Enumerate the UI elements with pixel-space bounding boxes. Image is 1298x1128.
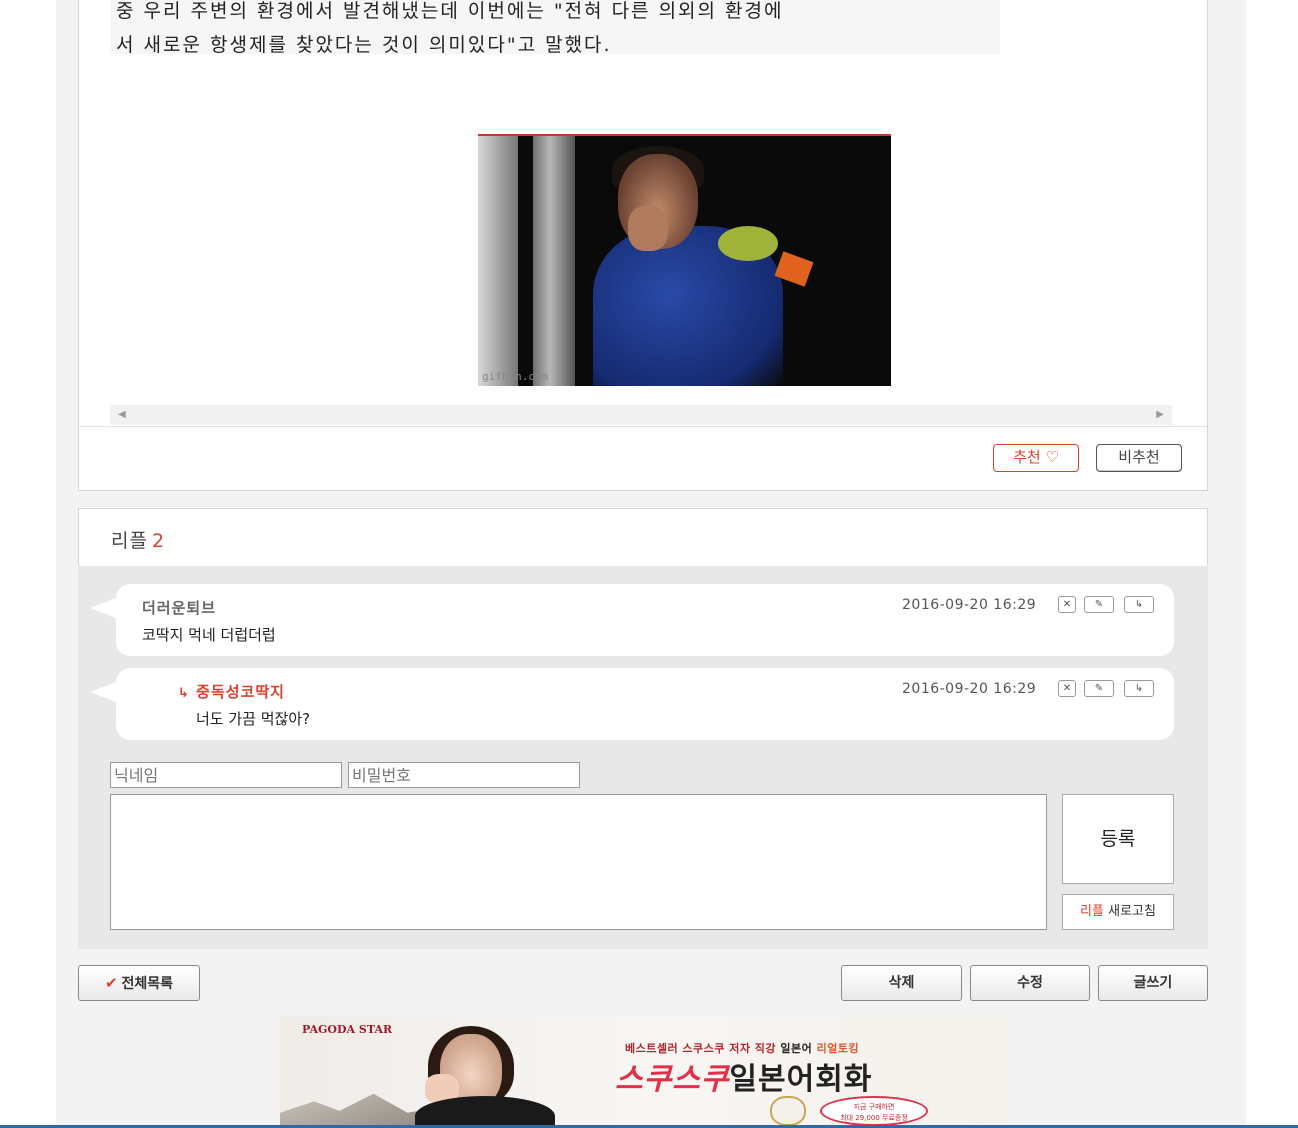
edit-button[interactable]: 수정 <box>970 965 1090 1001</box>
comment-date: 2016-09-20 16:29 <box>902 597 1037 613</box>
reply-arrow-icon: ↳ <box>178 686 190 701</box>
submit-button[interactable]: 등록 <box>1062 794 1174 884</box>
list-all-label: 전체목록 <box>121 976 174 992</box>
comment-text: 너도 가끔 먹잖아? <box>196 710 311 728</box>
refresh-replies-button[interactable]: 리플 새로고침 <box>1062 894 1174 930</box>
delete-icon[interactable]: ✕ <box>1058 596 1076 613</box>
reply-title: 리플 2 <box>111 526 165 553</box>
comment-date: 2016-09-20 16:29 <box>902 681 1037 697</box>
comment-item: 더러운퇴브 코딱지 먹네 더럽더럽 2016-09-20 16:29 ✕ ✎ ↳ <box>90 584 1174 656</box>
reply-header: 리플 2 <box>78 508 1208 566</box>
edit-icon[interactable]: ✎ <box>1084 596 1114 613</box>
article-divider <box>79 426 1207 427</box>
reply-icon[interactable]: ↳ <box>1124 596 1154 613</box>
comment-text: 코딱지 먹네 더럽더럽 <box>142 626 276 644</box>
delete-icon[interactable]: ✕ <box>1058 680 1076 697</box>
ad-promo-badge: 지금 구매하면 최대 29,000 무료증정 <box>820 1096 928 1126</box>
check-icon: ✔ <box>104 974 118 992</box>
refresh-prefix: 리플 <box>1080 904 1104 919</box>
nickname-input[interactable] <box>110 762 342 788</box>
ad-banner[interactable]: PAGODA STAR 베스트셀러 스쿠스쿠 저자 직강 일본어 리얼토킹 스쿠… <box>280 1016 1008 1128</box>
not-recommend-button[interactable]: 비추천 <box>1096 444 1182 472</box>
article-quote-block: 중 우리 주변의 환경에서 발견해냈는데 이번에는 "전혀 다른 의외의 환경에… <box>110 0 1000 56</box>
scroll-left-arrow-icon[interactable]: ◀ <box>118 409 126 420</box>
article-quote-line: 서 새로운 항생제를 찾았다는 것이 의미있다"고 말했다. <box>116 34 612 56</box>
edit-icon[interactable]: ✎ <box>1084 680 1114 697</box>
comment-nick-label: 중독성코딱지 <box>196 683 285 701</box>
reply-icon[interactable]: ↳ <box>1124 680 1154 697</box>
gif-watermark: gifbin.com <box>482 370 549 383</box>
password-input[interactable] <box>348 762 580 788</box>
recommend-button[interactable]: 추천 ♡ <box>993 444 1079 472</box>
ad-brand-logo: PAGODA STAR <box>302 1023 393 1036</box>
list-all-button[interactable]: ✔ 전체목록 <box>78 965 200 1001</box>
lucky-cat-icon <box>770 1096 806 1126</box>
reply-count: 2 <box>151 530 166 552</box>
scroll-right-arrow-icon[interactable]: ▶ <box>1156 409 1164 420</box>
reply-title-label: 리플 <box>111 530 148 552</box>
horizontal-scrollbar[interactable]: ◀ ▶ <box>110 405 1172 425</box>
reply-textarea[interactable] <box>110 794 1047 930</box>
delete-button[interactable]: 삭제 <box>841 965 962 1001</box>
refresh-suffix: 새로고침 <box>1108 904 1156 919</box>
comment-item: ↳ 중독성코딱지 너도 가끔 먹잖아? 2016-09-20 16:29 ✕ ✎… <box>90 668 1174 740</box>
comment-nick[interactable]: 더러운퇴브 <box>142 597 216 618</box>
ad-headline: 스쿠스쿠일본어회화 <box>615 1062 873 1097</box>
article-quote-line: 중 우리 주변의 환경에서 발견해냈는데 이번에는 "전혀 다른 의외의 환경에 <box>116 0 784 22</box>
article-gif-image: gifbin.com <box>478 134 891 386</box>
comment-nick[interactable]: ↳ 중독성코딱지 <box>178 681 285 702</box>
write-button[interactable]: 글쓰기 <box>1098 965 1208 1001</box>
